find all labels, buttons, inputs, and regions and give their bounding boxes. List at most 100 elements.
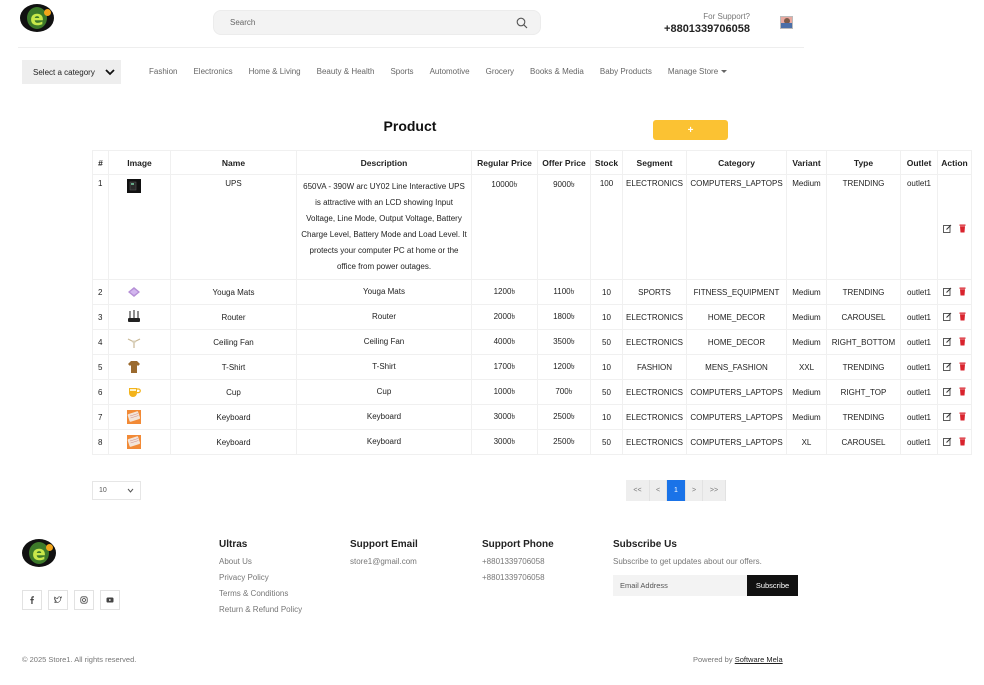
cell-type: TRENDING (826, 404, 901, 430)
delete-icon[interactable] (958, 287, 967, 298)
nav-item-books-media[interactable]: Books & Media (530, 67, 584, 76)
cell-outlet: outlet1 (900, 354, 938, 380)
support-phone: +8801339706058 (664, 23, 750, 35)
nav-item-baby-products[interactable]: Baby Products (600, 67, 652, 76)
cell-regular: 3000৳ (471, 429, 538, 455)
footer-logo[interactable]: e (22, 539, 56, 567)
avatar[interactable] (780, 16, 793, 29)
cell-regular: 1200৳ (471, 279, 538, 305)
instagram-icon[interactable] (74, 590, 94, 610)
nav-item-manage-store[interactable]: Manage Store (668, 67, 728, 76)
page-size-select[interactable]: 10 (92, 481, 141, 500)
powered-by-link[interactable]: Software Mela (735, 655, 783, 664)
table-row: 8 Keyboard Keyboard 3000৳ 2500৳ 50 ELECTRONICS… (92, 429, 972, 455)
cell-segment: ELECTRONICS (622, 429, 687, 455)
search-icon[interactable] (516, 17, 528, 29)
table-row: 5 T-Shirt T-Shirt 1700৳ 1200৳ 10 FASHION MENS_F… (92, 354, 972, 380)
category-select[interactable]: Select a category (22, 60, 121, 84)
footer-link-refund[interactable]: Return & Refund Policy (219, 605, 302, 614)
nav-item-beauty-health[interactable]: Beauty & Health (317, 67, 375, 76)
cell-offer: 1100৳ (537, 279, 591, 305)
cell-description: Ceiling Fan (296, 329, 472, 355)
youtube-icon[interactable] (100, 590, 120, 610)
edit-icon[interactable] (942, 412, 952, 423)
footer-link-privacy[interactable]: Privacy Policy (219, 573, 302, 582)
cup-image[interactable] (127, 385, 141, 399)
nav-item-automotive[interactable]: Automotive (430, 67, 470, 76)
ups-image[interactable] (127, 179, 141, 193)
cell-stock: 100 (590, 174, 623, 280)
footer-link-about[interactable]: About Us (219, 557, 302, 566)
search-bar[interactable] (213, 10, 541, 35)
cell-num: 7 (92, 404, 109, 430)
cell-category: MENS_FASHION (686, 354, 787, 380)
support-phone-1[interactable]: +8801339706058 (482, 557, 554, 566)
ceiling-fan-image[interactable] (127, 335, 141, 349)
cell-outlet: outlet1 (900, 279, 938, 305)
prev-page-button[interactable]: < (650, 480, 667, 501)
last-page-button[interactable]: >> (703, 480, 726, 501)
table-header-row: # Image Name Description Regular Price O… (92, 150, 972, 175)
facebook-icon[interactable] (22, 590, 42, 610)
search-input[interactable] (230, 18, 516, 27)
cell-variant: Medium (786, 174, 827, 280)
edit-icon[interactable] (942, 437, 952, 448)
delete-icon[interactable] (958, 387, 967, 398)
edit-icon[interactable] (942, 224, 952, 235)
edit-icon[interactable] (942, 337, 952, 348)
nav-item-grocery[interactable]: Grocery (486, 67, 514, 76)
cell-offer: 9000৳ (537, 174, 591, 280)
delete-icon[interactable] (958, 437, 967, 448)
add-product-button[interactable]: + (653, 120, 728, 140)
cell-name: Ceiling Fan (170, 329, 297, 355)
cell-regular: 4000৳ (471, 329, 538, 355)
t-shirt-image[interactable] (127, 360, 141, 374)
nav-item-sports[interactable]: Sports (390, 67, 413, 76)
cell-regular: 2000৳ (471, 304, 538, 330)
edit-icon[interactable] (942, 387, 952, 398)
store-logo[interactable]: e (20, 4, 54, 32)
edit-icon[interactable] (942, 362, 952, 373)
router-image[interactable] (127, 310, 141, 324)
delete-icon[interactable] (958, 224, 967, 235)
subscribe-button[interactable]: Subscribe (747, 575, 798, 596)
cell-segment: ELECTRONICS (622, 379, 687, 405)
cell-outlet: outlet1 (900, 429, 938, 455)
first-page-button[interactable]: << (626, 480, 650, 501)
delete-icon[interactable] (958, 412, 967, 423)
footer-col-ultras: Ultras About Us Privacy Policy Terms & C… (219, 539, 302, 621)
page-size-value: 10 (99, 487, 107, 494)
category-select-label: Select a category (33, 67, 95, 77)
cell-type: CAROUSEL (826, 304, 901, 330)
nav-item-fashion[interactable]: Fashion (149, 67, 177, 76)
footer-link-terms[interactable]: Terms & Conditions (219, 589, 302, 598)
support-phone-2[interactable]: +8801339706058 (482, 573, 554, 582)
delete-icon[interactable] (958, 337, 967, 348)
yoga-mat-image[interactable] (127, 285, 141, 299)
footer-col-title: Ultras (219, 539, 248, 550)
delete-icon[interactable] (958, 362, 967, 373)
cell-num: 4 (92, 329, 109, 355)
twitter-icon[interactable] (48, 590, 68, 610)
cell-category: COMPUTERS_LAPTOPS (686, 379, 787, 405)
footer-col-title: Subscribe Us (613, 539, 677, 550)
nav-item-home-living[interactable]: Home & Living (249, 67, 301, 76)
keyboard-image[interactable] (127, 410, 141, 424)
edit-icon[interactable] (942, 287, 952, 298)
keyboard-image[interactable] (127, 435, 141, 449)
edit-icon[interactable] (942, 312, 952, 323)
cell-name: Youga Mats (170, 279, 297, 305)
page-button-current[interactable]: 1 (667, 480, 686, 501)
next-page-button[interactable]: > (686, 480, 703, 501)
table-row: 1 UPS 650VA - 390W arc UY02 Line Interacti… (92, 174, 972, 280)
col-header-action: Action (937, 150, 972, 175)
delete-icon[interactable] (958, 312, 967, 323)
cell-type: RIGHT_BOTTOM (826, 329, 901, 355)
cell-category: COMPUTERS_LAPTOPS (686, 429, 787, 455)
cell-stock: 10 (590, 354, 623, 380)
cell-offer: 2500৳ (537, 404, 591, 430)
email-field[interactable] (613, 575, 747, 596)
support-email[interactable]: store1@gmail.com (350, 557, 418, 566)
col-header-offer-price: Offer Price (537, 150, 591, 175)
nav-item-electronics[interactable]: Electronics (193, 67, 232, 76)
